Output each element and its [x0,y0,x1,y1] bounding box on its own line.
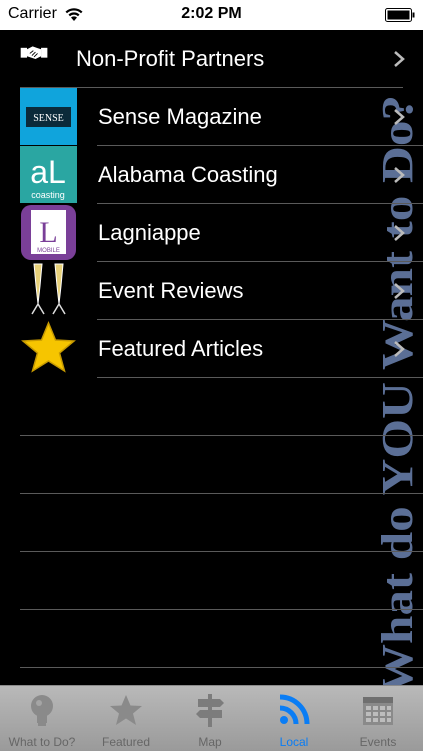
list-item-label: Alabama Coasting [98,162,278,187]
tab-events[interactable]: Events [336,686,420,751]
lagniappe-logo-text: L [39,216,57,249]
lagniappe-logo: L MOBILE [21,205,76,260]
tab-local[interactable]: Local [252,686,336,751]
signpost-icon [196,694,224,727]
empty-row [0,552,423,610]
tab-map[interactable]: Map [168,686,252,751]
sense-logo-text: SENSE [33,113,64,124]
calendar-icon [363,697,393,725]
status-time: 2:02 PM [181,5,242,22]
alabama-logo-text: aL [30,154,66,190]
sense-magazine-logo: SENSE [20,88,77,145]
chevron-right-icon [394,109,405,125]
chevron-right-icon [394,283,405,299]
lagniappe-logo-sub: MOBILE [37,248,60,254]
handshake-icon [20,46,48,60]
empty-row [0,494,423,552]
battery-icon [385,8,415,22]
star-icon [21,321,76,373]
tab-label: What to Do? [8,735,76,749]
chevron-right-icon [394,51,405,67]
empty-row [0,610,423,668]
chevron-right-icon [394,341,405,357]
list-item-label: Sense Magazine [98,104,262,129]
list-item-label: Non-Profit Partners [76,46,265,71]
alabama-coasting-logo: aL coasting [20,146,77,203]
list-item-label: Featured Articles [98,336,264,361]
star-icon [110,695,142,725]
list-item-sense-magazine[interactable]: SENSE Sense Magazine [0,88,423,146]
tab-label: Events [359,735,397,749]
status-bar: Carrier 2:02 PM [0,0,423,30]
tab-label: Local [279,735,309,749]
list-item-lagniappe[interactable]: L MOBILE Lagniappe [0,204,423,262]
tab-label: Featured [101,735,151,749]
list-item-label: Lagniappe [98,220,201,245]
tab-bar: What to Do? Featured Map Local Events [0,685,423,751]
empty-row [0,668,423,685]
chevron-right-icon [394,225,405,241]
list-item-label: Event Reviews [98,278,244,303]
empty-row [0,436,423,494]
broadcast-icon [279,694,310,725]
tab-featured[interactable]: Featured [84,686,168,751]
champagne-glasses-icon [31,263,66,315]
content-area: What do YOU Want to Do? Non-Profit Partn… [0,30,423,685]
list-item-non-profit-partners[interactable]: Non-Profit Partners [0,30,423,88]
menu-list: Non-Profit Partners SENSE Sense Magazine… [0,30,423,685]
lightbulb-icon [31,695,53,726]
alabama-logo-sub: coasting [31,190,65,200]
chevron-right-icon [394,167,405,183]
tab-label: Map [198,735,222,749]
empty-row [0,378,423,436]
list-item-featured-articles[interactable]: Featured Articles [0,320,423,378]
tab-what-to-do[interactable]: What to Do? [0,686,84,751]
list-item-alabama-coasting[interactable]: aL coasting Alabama Coasting [0,146,423,204]
list-item-event-reviews[interactable]: Event Reviews [0,262,423,320]
